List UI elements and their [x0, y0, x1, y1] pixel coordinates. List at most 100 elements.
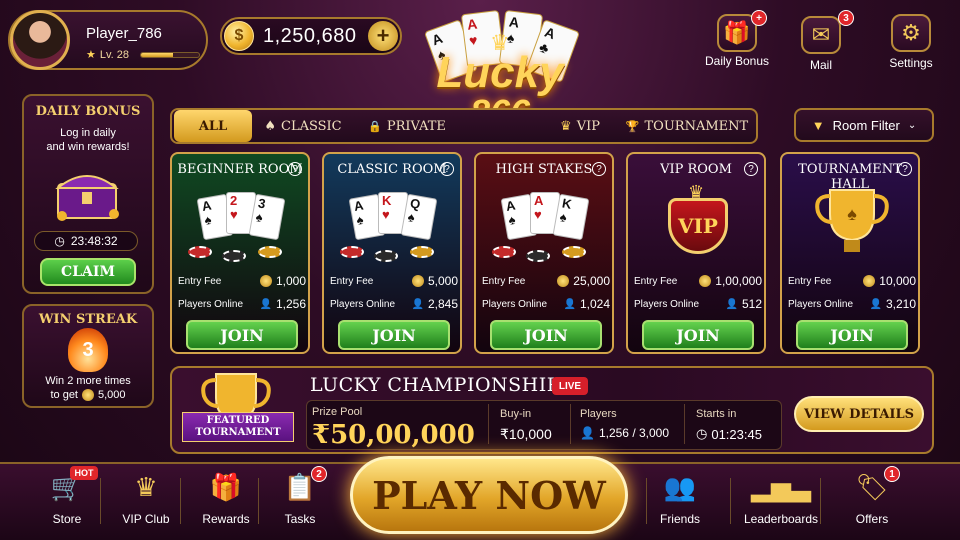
tasks-badge: 2 — [311, 466, 327, 482]
join-button[interactable]: JOIN — [338, 320, 450, 350]
filter-icon: ▼ — [811, 117, 825, 133]
daily-bonus-title: DAILY BONUS — [35, 104, 141, 119]
room-art: A ♠ K ♥ Q ♠ — [334, 184, 454, 268]
crown-icon: ♛ — [560, 118, 572, 134]
person-icon: 👤 — [869, 298, 882, 310]
join-button[interactable]: JOIN — [490, 320, 602, 350]
tab-vip[interactable]: ♛ VIP — [550, 110, 610, 142]
featured-tournament-ribbon: FEATURED TOURNAMENT — [182, 412, 294, 442]
nav-tasks[interactable]: 📋 Tasks — [262, 470, 338, 527]
room-filter-dropdown[interactable]: ▼ Room Filter ⌄ — [794, 108, 934, 142]
daily-bonus-badge: + — [751, 10, 767, 26]
person-icon: 👤 — [725, 298, 738, 310]
room-art: ♠ — [792, 184, 912, 268]
tab-classic[interactable]: ♠ CLASSIC — [258, 110, 348, 142]
nav-vip-club[interactable]: ♛ VIP Club — [108, 470, 184, 527]
tab-all[interactable]: ALL — [174, 110, 252, 142]
buyin-label: Buy-in — [500, 408, 532, 420]
join-button[interactable]: JOIN — [186, 320, 298, 350]
prize-pool-value: ₹50,00,000 — [312, 420, 475, 450]
star-icon: ★ — [86, 49, 96, 61]
win-streak-count: 3 — [82, 338, 94, 361]
clock-icon: ◷ — [54, 234, 65, 248]
tab-private[interactable]: 🔒 PRIVATE — [362, 110, 452, 142]
players-online-row: Players Online 👤 2,845 — [330, 297, 458, 311]
help-icon[interactable]: ? — [440, 162, 454, 176]
poker-chip — [222, 250, 246, 262]
room-art: A ♠ 2 ♥ 3 ♠ — [182, 184, 302, 268]
players-label: Players — [580, 408, 617, 420]
poker-chip — [258, 246, 282, 258]
help-icon[interactable]: ? — [288, 162, 302, 176]
coin-amount: 1,250,680 — [263, 25, 357, 47]
bonus-timer: ◷ 23:48:32 — [34, 231, 138, 251]
add-coins-button[interactable]: + — [368, 21, 398, 51]
win-streak-reward: to get 5,000 — [50, 389, 126, 401]
help-icon[interactable]: ? — [592, 162, 606, 176]
coin-icon — [863, 275, 876, 287]
play-now-button[interactable]: PLAY NOW — [350, 456, 628, 534]
help-icon[interactable]: ? — [898, 162, 912, 176]
mail-badge: 3 — [838, 10, 854, 26]
poker-chip — [340, 246, 364, 258]
poker-chip — [374, 250, 398, 262]
room-art: VIP ♛ — [638, 182, 758, 268]
daily-bonus-text-1: Log in daily — [60, 127, 116, 139]
lock-icon: 🔒 — [368, 119, 382, 133]
room-card-4[interactable]: VIP ROOM? VIP ♛ Entry Fee 1,00,000 Players On… — [626, 152, 766, 354]
tab-tournament[interactable]: 🏆 TOURNAMENT — [624, 110, 750, 142]
join-button[interactable]: JOIN — [642, 320, 754, 350]
nav-rewards[interactable]: 🎁 Rewards — [188, 470, 264, 527]
friends-icon: 👥 — [663, 471, 697, 502]
podium-icon: ▂▅▃ — [751, 471, 811, 502]
room-art: A ♠ A ♥ K ♠ — [486, 184, 606, 268]
vip-icon: ♛ — [134, 471, 158, 502]
prize-pool-label: Prize Pool — [312, 406, 363, 418]
player-name: Player_786 — [86, 25, 162, 42]
players-online-row: Players Online 👤 3,210 — [788, 297, 916, 311]
room-card-3[interactable]: HIGH STAKES? A ♠ A ♥ K ♠ Entry Fee 25,000 Players… — [474, 152, 614, 354]
gift-icon: 🎁 — [209, 471, 243, 502]
person-icon: 👤 — [580, 426, 595, 440]
flame-icon: 3 — [68, 328, 108, 372]
help-icon[interactable]: ? — [744, 162, 758, 176]
poker-chip — [562, 246, 586, 258]
nav-leaderboards[interactable]: ▂▅▃ Leaderboards — [743, 470, 819, 527]
coin-icon — [82, 389, 94, 401]
hot-badge: HOT — [70, 466, 98, 480]
room-card-2[interactable]: CLASSIC ROOM? A ♠ K ♥ Q ♠ Entry Fee 5,000 Players… — [322, 152, 462, 354]
poker-chip — [410, 246, 434, 258]
room-card-5[interactable]: TOURNAMENT HALL? ♠ Entry Fee 10,000 Players … — [780, 152, 920, 354]
coin-icon: $ — [224, 21, 254, 51]
vip-emblem: VIP — [668, 198, 728, 254]
coin-icon — [557, 275, 570, 287]
treasure-chest-icon — [55, 175, 119, 221]
players-online-row: Players Online 👤 1,024 — [482, 297, 610, 311]
person-icon: 👤 — [411, 298, 424, 310]
poker-chip — [526, 250, 550, 262]
players-online-row: Players Online 👤 1,256 — [178, 297, 306, 311]
settings-button[interactable]: ⚙ Settings — [871, 14, 951, 70]
daily-bonus-text-2: and win rewards! — [46, 141, 130, 153]
chevron-down-icon: ⌄ — [907, 119, 917, 131]
spade-icon: ♠ — [264, 118, 276, 134]
xp-bar — [140, 52, 200, 58]
coin-icon — [259, 275, 272, 287]
poker-chip — [492, 246, 516, 258]
offers-badge: 1 — [884, 466, 900, 482]
view-details-button[interactable]: VIEW DETAILS — [794, 396, 924, 432]
room-tabs: ALL ♠ CLASSIC 🔒 PRIVATE ♛ VIP 🏆 TOURNAMENT — [170, 108, 758, 144]
trophy-icon: 🏆 — [625, 119, 640, 133]
coin-icon — [699, 275, 712, 287]
claim-button[interactable]: CLAIM — [40, 258, 136, 286]
logo-title: Lucky — [436, 48, 564, 97]
svg-text:♠: ♠ — [847, 204, 857, 224]
room-card-1[interactable]: BEGINNER ROOM? A ♠ 2 ♥ 3 ♠ Entry Fee 1,000 Player… — [170, 152, 310, 354]
entry-fee-row: Entry Fee 10,000 — [788, 274, 916, 288]
join-button[interactable]: JOIN — [796, 320, 908, 350]
playing-card: Q ♠ — [400, 193, 438, 241]
nav-friends[interactable]: 👥 Friends — [642, 470, 718, 527]
person-icon: 👤 — [563, 298, 576, 310]
avatar[interactable] — [10, 10, 70, 70]
win-streak-text: Win 2 more times — [45, 375, 131, 387]
